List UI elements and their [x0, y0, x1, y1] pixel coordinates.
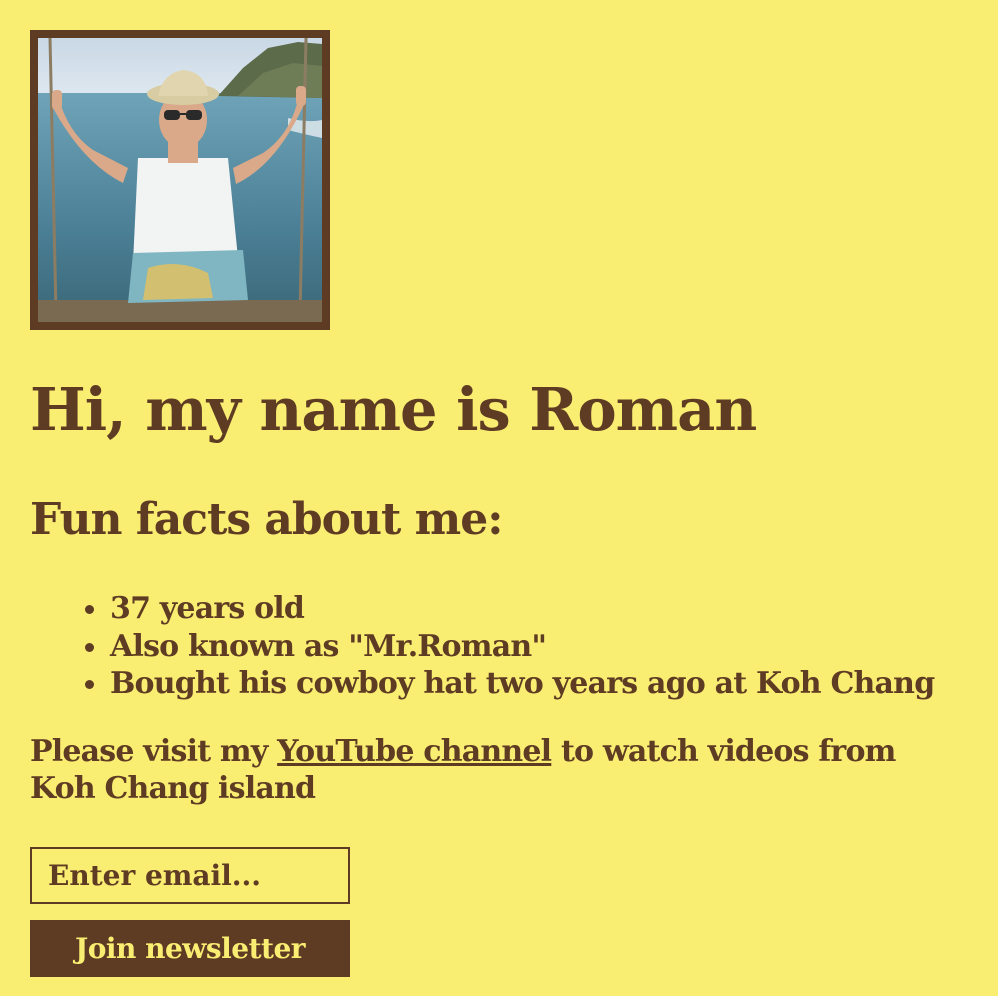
visit-prefix-text: Please visit my: [30, 734, 278, 769]
fun-facts-list: 37 years old Also known as "Mr.Roman" Bo…: [84, 590, 935, 703]
email-input[interactable]: [30, 847, 350, 904]
visit-paragraph: Please visit my YouTube channel to watch…: [30, 733, 970, 807]
youtube-channel-link[interactable]: YouTube channel: [277, 734, 552, 769]
join-newsletter-button[interactable]: Join newsletter: [30, 920, 350, 977]
man-on-swing-image: [38, 38, 322, 322]
list-item: Bought his cowboy hat two years ago at K…: [84, 666, 935, 701]
list-item: Also known as "Mr.Roman": [84, 628, 934, 666]
list-item: 37 years old: [84, 590, 934, 628]
profile-photo: [30, 30, 330, 330]
page-title: Hi, my name is Roman: [30, 375, 757, 444]
fun-facts-heading: Fun facts about me:: [30, 494, 503, 545]
